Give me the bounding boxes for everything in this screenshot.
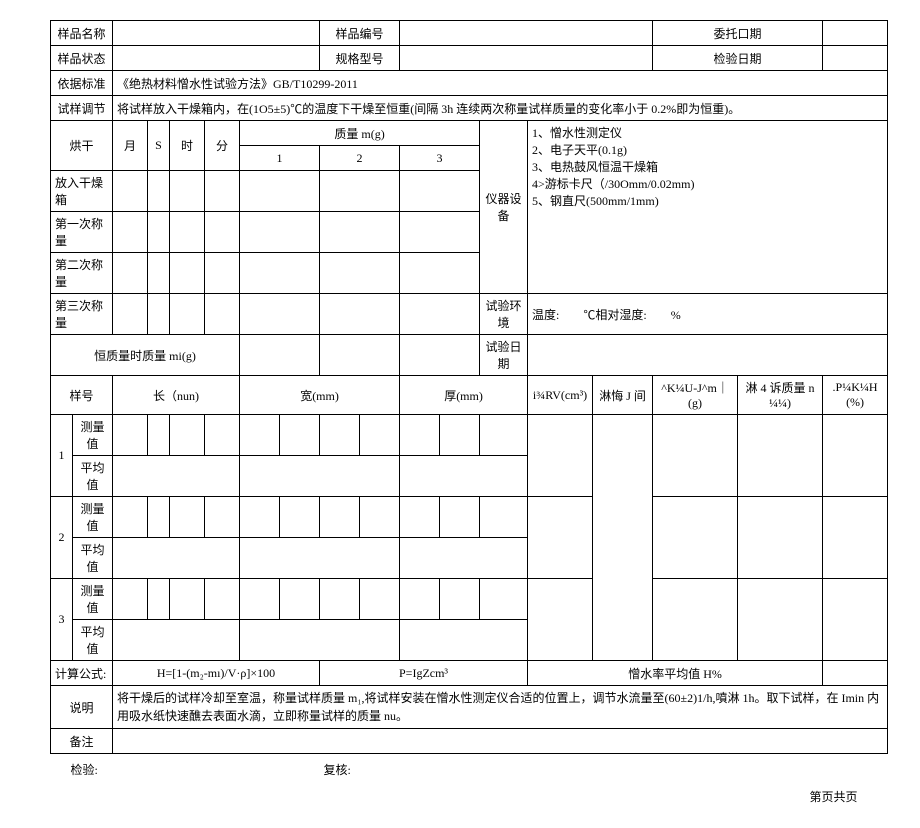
sample-no-label: 样品编号 — [320, 21, 400, 46]
mass-col-1: 1 — [240, 146, 320, 171]
mass-col-2: 2 — [320, 146, 400, 171]
remark-value — [113, 729, 888, 754]
form-table: 样品名称 样品编号 委托口期 样品状态 规格型号 检验日期 依据标准 《绝热材料… — [50, 20, 888, 808]
test-date-label: 试验日期 — [480, 335, 528, 376]
explain-label: 说明 — [51, 686, 113, 729]
explain-value: 将干燥后的试样冷却至室温，称量试样质量 m₁,将试样安装在憎水性测定仪合适的位置… — [113, 686, 888, 729]
sample-name-label: 样品名称 — [51, 21, 113, 46]
dim-spray-time: 淋悔 J 间 — [593, 376, 653, 415]
formula-p: P=IgZcm³ — [320, 661, 528, 686]
remark-label: 备注 — [51, 729, 113, 754]
env-value: 温度: ℃相对湿度: % — [528, 294, 888, 335]
mass-label: 质量 m(g) — [240, 121, 480, 146]
env-label: 试验环境 — [480, 294, 528, 335]
eq-item-4: 4>游标卡尺（/30Omm/0.02mm) — [532, 175, 883, 192]
sample-name-value — [113, 21, 320, 46]
hour-label: 时 — [170, 121, 205, 171]
month-label: 月 — [113, 121, 148, 171]
eq-item-5: 5、钢直尺(500mm/1mm) — [532, 192, 883, 209]
standard-value: 《绝热材料憎水性试验方法》GB/T10299-2011 — [113, 71, 888, 96]
equipment-label: 仪器设备 — [480, 121, 528, 294]
measure-label: 测量值 — [73, 415, 113, 456]
footer-check: 检验: — [51, 754, 320, 782]
dim-width: 宽(mm) — [240, 376, 400, 415]
minute-label: 分 — [205, 121, 240, 171]
eq-item-2: 2、电子天平(0.1g) — [532, 141, 883, 158]
mass-col-3: 3 — [400, 146, 480, 171]
third-weigh-label: 第三次称量 — [51, 294, 113, 335]
entrust-date-label: 委托口期 — [653, 21, 823, 46]
dim-thick: 厚(mm) — [400, 376, 528, 415]
dim-mass-after: ^K¼U-J^m｜(g) — [653, 376, 738, 415]
formula-label: 计算公式: — [51, 661, 113, 686]
inspect-date-value — [823, 46, 888, 71]
row-1: 1 — [51, 415, 73, 497]
havg-label: 憎水率平均值 H% — [528, 661, 823, 686]
second-weigh-label: 第二次称量 — [51, 253, 113, 294]
row-3: 3 — [51, 579, 73, 661]
row-2: 2 — [51, 497, 73, 579]
s-label: S — [148, 121, 170, 171]
footer-page: 第页共页 — [593, 781, 888, 808]
entrust-date-value — [823, 21, 888, 46]
adjust-value: 将试样放入干燥箱内，在(1O5±5)℃的温度下干燥至恒重(间隔 3h 连续两次称… — [113, 96, 888, 121]
sample-status-label: 样品状态 — [51, 46, 113, 71]
put-in-label: 放入干燥箱 — [51, 171, 113, 212]
sample-no-value — [400, 21, 653, 46]
dim-length: 长（nun) — [113, 376, 240, 415]
standard-label: 依据标准 — [51, 71, 113, 96]
eq-item-3: 3、电热鼓风恒温干燥箱 — [532, 158, 883, 175]
inspect-date-label: 检验日期 — [653, 46, 823, 71]
dim-mass-4h: 淋 4 诉质量 n¼¼) — [738, 376, 823, 415]
spec-model-label: 规格型号 — [320, 46, 400, 71]
dim-sample-no: 样号 — [51, 376, 113, 415]
formula-h: H=[1-(m₂-mı)/V·ρ]×100 — [113, 661, 320, 686]
dry-label: 烘干 — [51, 121, 113, 171]
eq-item-1: 1、憎水性测定仪 — [532, 124, 883, 141]
const-mass-label: 恒质量时质量 mi(g) — [51, 335, 240, 376]
havg-value — [823, 661, 888, 686]
dim-vol: i¾RV(cm³) — [528, 376, 593, 415]
avg-label: 平均值 — [73, 456, 113, 497]
first-weigh-label: 第一次称量 — [51, 212, 113, 253]
equipment-list: 1、憎水性测定仪 2、电子天平(0.1g) 3、电热鼓风恒温干燥箱 4>游标卡尺… — [528, 121, 888, 294]
adjust-label: 试样调节 — [51, 96, 113, 121]
sample-status-value — [113, 46, 320, 71]
footer-review: 复核: — [320, 754, 593, 782]
spec-model-value — [400, 46, 653, 71]
test-date-value — [528, 335, 888, 376]
dim-rate: .P¼K¼H(%) — [823, 376, 888, 415]
